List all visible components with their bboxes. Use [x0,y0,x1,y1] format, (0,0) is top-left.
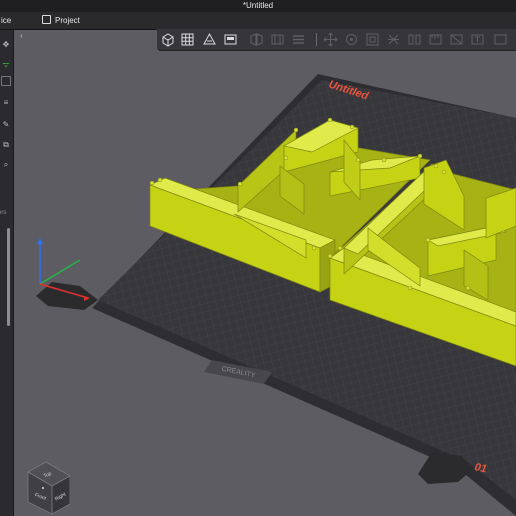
top-toolbar [157,29,516,51]
menu-project-label: Project [55,16,80,25]
menu-project[interactable]: Project [42,15,80,26]
title-bar: *Untitled [0,0,516,12]
view-cube[interactable]: Top Front Right [18,458,70,516]
support-icon[interactable] [270,32,285,47]
wifi-icon[interactable]: ᯤ [1,60,11,70]
rotate-icon[interactable] [344,32,359,47]
view-cube-center-dot [42,487,44,489]
z-axis-arrow [37,238,43,244]
search-icon[interactable]: ⌕ [1,160,11,170]
split-icon[interactable] [249,32,264,47]
project-icon [42,15,51,24]
move-icon[interactable] [323,32,338,47]
edit-icon[interactable]: ✎ [1,120,11,130]
arrange-grid-icon[interactable] [180,32,195,47]
y-axis [39,259,81,285]
left-sidebar: ✥ ᯤ ≡ ✎ ⧉ ⌕ ers [0,30,14,516]
cube-outline-icon[interactable] [1,76,11,86]
text-icon[interactable] [470,32,485,47]
orient-icon[interactable] [202,32,217,47]
menu-bar: ice Project [0,12,516,30]
scale-icon[interactable] [365,32,380,47]
mirror-icon[interactable] [407,32,422,47]
window-title: *Untitled [242,1,274,10]
lay-on-face-icon[interactable] [223,32,238,47]
collapse-sidebar-icon[interactable]: ‹ [17,31,26,40]
add-object-icon[interactable] [160,32,175,47]
layers-icon[interactable] [291,32,306,47]
3d-viewport[interactable]: CREALITY Untitled 01 [14,50,516,516]
more-tools-icon[interactable] [493,32,508,47]
move-icon[interactable]: ✥ [1,40,11,50]
plate-number: 01 [473,461,487,475]
seam-icon[interactable] [449,32,464,47]
sidebar-scrollbar[interactable] [7,228,10,326]
layers-icon[interactable]: ⧉ [1,140,11,150]
toolbar-separator [316,33,317,46]
menu-device[interactable]: ice [1,15,11,26]
sidebar-section-label: ers [0,210,7,216]
measure-icon[interactable] [428,32,443,47]
sliders-icon[interactable]: ≡ [1,98,11,108]
cut-icon[interactable] [386,32,401,47]
